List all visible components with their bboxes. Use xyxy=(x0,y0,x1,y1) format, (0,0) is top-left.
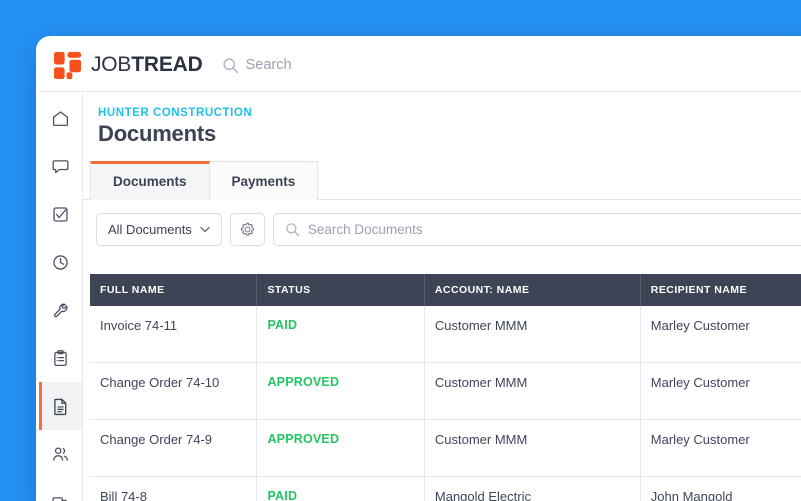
cell-account-name: Customer MMM xyxy=(424,306,640,363)
documents-table-scroll[interactable]: FULL NAME STATUS ACCOUNT: NAME RECIPIENT… xyxy=(83,274,801,501)
cell-account-name: Customer MMM xyxy=(424,363,640,420)
chevron-down-icon xyxy=(200,226,210,233)
app-window-card: JOBTREAD Search xyxy=(36,36,801,501)
jobtread-jt-monogram-icon[interactable] xyxy=(53,51,82,80)
sidebar-item-tools[interactable] xyxy=(39,286,82,334)
cell-recipient-name: Marley Customer xyxy=(640,363,801,420)
top-bar: JOBTREAD Search xyxy=(39,39,801,92)
cell-recipient-name: Marley Customer xyxy=(640,306,801,363)
document-icon xyxy=(51,397,70,416)
checkbox-icon xyxy=(51,205,70,224)
table-row[interactable]: Bill 74-8 PAID Mangold Electric John Man… xyxy=(90,477,801,501)
people-icon xyxy=(51,445,70,464)
cell-status: APPROVED xyxy=(257,420,424,477)
document-search-placeholder: Search Documents xyxy=(308,222,423,237)
table-header: FULL NAME STATUS ACCOUNT: NAME RECIPIENT… xyxy=(90,274,801,306)
column-header-account-name[interactable]: ACCOUNT: NAME xyxy=(424,274,640,306)
brand-wordmark-tread: TREAD xyxy=(131,53,202,77)
page-title: Documents xyxy=(98,121,801,147)
table-settings-button[interactable] xyxy=(230,213,265,246)
truck-icon xyxy=(51,492,71,501)
tab-documents[interactable]: Documents xyxy=(90,161,210,200)
main-content: HUNTER CONSTRUCTION Documents Documents … xyxy=(83,92,801,501)
cell-recipient-name: John Mangold xyxy=(640,477,801,501)
cell-status: APPROVED xyxy=(257,363,424,420)
global-search[interactable]: Search xyxy=(222,57,292,74)
documents-table: FULL NAME STATUS ACCOUNT: NAME RECIPIENT… xyxy=(90,274,801,501)
table-toolbar: All Documents xyxy=(83,200,801,259)
search-icon xyxy=(285,222,300,237)
global-search-placeholder: Search xyxy=(246,57,292,73)
sidebar-item-contacts[interactable] xyxy=(39,430,82,478)
cell-full-name: Bill 74-8 xyxy=(90,477,257,501)
clipboard-icon xyxy=(51,349,70,368)
sidebar-item-vendors[interactable] xyxy=(39,478,82,501)
sidebar-item-home[interactable] xyxy=(39,94,82,142)
table-row[interactable]: Invoice 74-11 PAID Customer MMM Marley C… xyxy=(90,306,801,363)
tab-bar: Documents Payments xyxy=(83,161,801,200)
tab-payments[interactable]: Payments xyxy=(210,161,319,200)
brand-wordmark-job: JOB xyxy=(91,53,131,77)
cell-status: PAID xyxy=(257,477,424,501)
sidebar-item-documents[interactable] xyxy=(39,382,82,430)
cell-full-name: Invoice 74-11 xyxy=(90,306,257,363)
brand-wordmark: JOBTREAD xyxy=(91,53,203,77)
clock-icon xyxy=(51,253,70,272)
column-header-status[interactable]: STATUS xyxy=(257,274,424,306)
home-icon xyxy=(51,109,70,128)
column-header-recipient-name[interactable]: RECIPIENT NAME xyxy=(640,274,801,306)
wrench-icon xyxy=(51,301,70,320)
page-header: HUNTER CONSTRUCTION Documents xyxy=(83,92,801,147)
column-header-full-name[interactable]: FULL NAME xyxy=(90,274,257,306)
cell-full-name: Change Order 74-9 xyxy=(90,420,257,477)
cell-account-name: Mangold Electric xyxy=(424,477,640,501)
search-icon xyxy=(222,57,239,74)
chat-icon xyxy=(51,157,70,176)
breadcrumb-company: HUNTER CONSTRUCTION xyxy=(98,107,801,119)
cell-full-name: Change Order 74-10 xyxy=(90,363,257,420)
sidebar-nav xyxy=(39,92,83,501)
document-filter-dropdown[interactable]: All Documents xyxy=(96,213,222,246)
table-row[interactable]: Change Order 74-10 APPROVED Customer MMM… xyxy=(90,363,801,420)
table-body: Invoice 74-11 PAID Customer MMM Marley C… xyxy=(90,306,801,501)
table-header-row: FULL NAME STATUS ACCOUNT: NAME RECIPIENT… xyxy=(90,274,801,306)
cell-account-name: Customer MMM xyxy=(424,420,640,477)
sidebar-item-tasks[interactable] xyxy=(39,190,82,238)
sidebar-item-jobs[interactable] xyxy=(39,334,82,382)
sidebar-item-messages[interactable] xyxy=(39,142,82,190)
cell-status: PAID xyxy=(257,306,424,363)
document-search-input[interactable]: Search Documents xyxy=(273,213,801,246)
document-filter-label: All Documents xyxy=(108,222,192,237)
gear-icon xyxy=(240,222,255,237)
table-row[interactable]: Change Order 74-9 APPROVED Customer MMM … xyxy=(90,420,801,477)
page-background: JOBTREAD Search xyxy=(0,0,801,501)
sidebar-item-time[interactable] xyxy=(39,238,82,286)
cell-recipient-name: Marley Customer xyxy=(640,420,801,477)
